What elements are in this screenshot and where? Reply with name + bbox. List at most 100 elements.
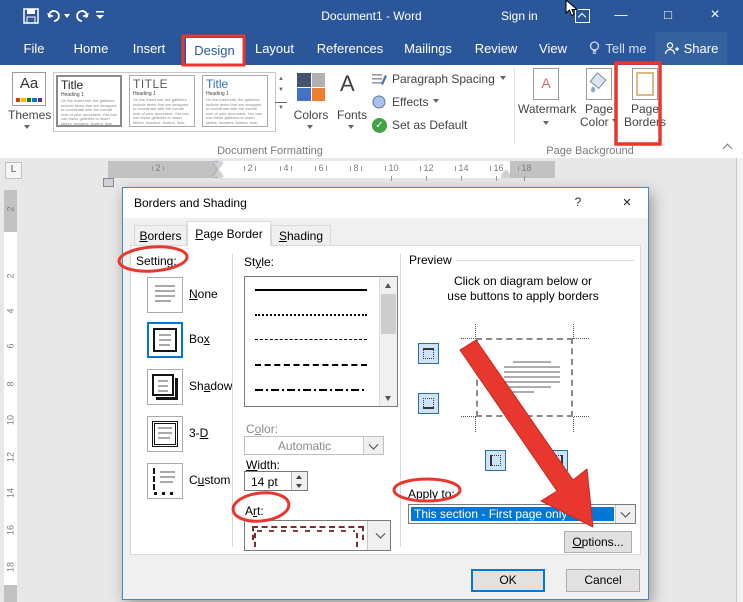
style-set-card[interactable]: Title Heading 1 On the Insert tab, the g… bbox=[202, 75, 268, 127]
page-borders-button[interactable]: Page Borders bbox=[623, 68, 667, 129]
setting-shadow-label[interactable]: Shadow bbox=[189, 379, 232, 393]
scroll-up-icon[interactable] bbox=[380, 277, 397, 293]
ribbon: Aa Themes Title Heading 1 On the Insert … bbox=[0, 65, 743, 159]
minimize-button[interactable]: — bbox=[609, 0, 633, 32]
scrollbar-thumb[interactable] bbox=[381, 294, 396, 334]
dialog-tab-shading[interactable]: Shading bbox=[271, 225, 331, 246]
art-combobox[interactable] bbox=[244, 520, 391, 551]
column-separator bbox=[232, 254, 233, 547]
setting-none-icon[interactable] bbox=[147, 277, 183, 313]
setting-3d-icon[interactable] bbox=[147, 416, 183, 452]
style-option[interactable] bbox=[255, 339, 367, 340]
first-line-indent-marker[interactable] bbox=[213, 162, 223, 169]
scroll-down-icon[interactable] bbox=[380, 390, 397, 406]
themes-icon: Aa bbox=[12, 72, 46, 106]
ok-button[interactable]: OK bbox=[471, 569, 545, 592]
fonts-button[interactable]: Fonts bbox=[331, 108, 373, 122]
effects-button[interactable]: Effects bbox=[372, 94, 439, 110]
themes-button[interactable]: Themes bbox=[8, 108, 50, 122]
right-border-button[interactable] bbox=[547, 450, 568, 471]
tab-tell-me[interactable]: Tell me bbox=[583, 32, 653, 65]
setting-none-label[interactable]: None bbox=[189, 287, 218, 301]
undo-dropdown-arrow-icon[interactable] bbox=[64, 14, 70, 21]
art-dropdown-button[interactable] bbox=[367, 521, 390, 550]
gallery-scroll-down-icon[interactable]: ▼ bbox=[275, 85, 287, 96]
apply-to-dropdown-button[interactable] bbox=[615, 505, 635, 523]
share-button[interactable]: Share bbox=[655, 32, 727, 65]
share-person-icon bbox=[664, 41, 679, 56]
vertical-ruler: 2 2 4 6 8 10 12 14 16 18 bbox=[4, 190, 17, 602]
preview-label: Preview bbox=[409, 253, 452, 267]
spin-up-icon[interactable] bbox=[292, 472, 307, 481]
spin-down-icon[interactable] bbox=[292, 481, 307, 490]
dropdown-arrow-icon bbox=[612, 119, 618, 126]
tab-layout[interactable]: Layout bbox=[250, 32, 299, 65]
left-indent-marker[interactable] bbox=[103, 178, 114, 187]
color-combobox[interactable]: Automatic bbox=[244, 436, 384, 455]
setting-box-icon[interactable] bbox=[147, 322, 183, 358]
page-color-button[interactable]: Page Color bbox=[577, 68, 621, 129]
style-set-card[interactable]: TITLE Heading 1 On the Insert tab, the g… bbox=[129, 75, 195, 127]
setting-box-label[interactable]: Box bbox=[189, 332, 210, 346]
close-button[interactable]: × bbox=[700, 0, 730, 32]
tab-file[interactable]: File bbox=[16, 32, 52, 65]
color-dropdown-button[interactable] bbox=[363, 437, 383, 454]
cancel-button[interactable]: Cancel bbox=[566, 569, 640, 592]
style-listbox[interactable] bbox=[244, 276, 398, 407]
style-list-scrollbar[interactable] bbox=[379, 277, 397, 406]
top-border-button[interactable] bbox=[418, 343, 439, 364]
bottom-border-button[interactable] bbox=[418, 393, 439, 414]
chevron-down-icon bbox=[369, 440, 379, 450]
setting-3d-label[interactable]: 3-D bbox=[189, 426, 208, 440]
gallery-scrollbar: ▲ ▼ ▼ bbox=[275, 74, 287, 114]
right-indent-marker[interactable] bbox=[501, 170, 511, 177]
width-spinner[interactable]: 14 pt bbox=[244, 471, 308, 491]
paragraph-spacing-button[interactable]: Paragraph Spacing bbox=[372, 71, 506, 87]
watermark-button[interactable]: A Watermark bbox=[518, 68, 574, 134]
setting-custom-label[interactable]: Custom bbox=[189, 473, 230, 487]
set-as-default-button[interactable]: ✓ Set as Default bbox=[372, 117, 467, 133]
gallery-more-icon[interactable]: ▼ bbox=[275, 102, 287, 114]
style-option[interactable] bbox=[255, 314, 367, 316]
tab-design[interactable]: Design bbox=[186, 38, 243, 65]
vertical-scrollbar[interactable] bbox=[736, 158, 743, 602]
style-option[interactable] bbox=[255, 389, 367, 391]
gallery-scroll-up-icon[interactable]: ▲ bbox=[275, 74, 287, 85]
dropdown-arrow-icon bbox=[433, 99, 439, 106]
tab-review[interactable]: Review bbox=[470, 32, 522, 65]
undo-icon[interactable] bbox=[46, 7, 62, 23]
ribbon-tab-row: File Home Insert Design Layout Reference… bbox=[0, 32, 743, 65]
style-set-gallery: Title Heading 1 On the Insert tab, the g… bbox=[53, 72, 276, 132]
sign-in-link[interactable]: Sign in bbox=[501, 9, 538, 23]
collapse-ribbon-icon[interactable] bbox=[723, 142, 732, 151]
setting-shadow-icon[interactable] bbox=[147, 369, 183, 405]
save-icon[interactable] bbox=[22, 7, 40, 25]
maximize-button[interactable]: □ bbox=[656, 0, 680, 32]
apply-to-combobox[interactable]: This section - First page only bbox=[408, 504, 636, 524]
left-border-button[interactable] bbox=[485, 450, 506, 471]
colors-button[interactable]: Colors bbox=[288, 108, 334, 122]
corner-tick bbox=[461, 416, 476, 417]
ribbon-display-options-icon[interactable] bbox=[575, 9, 590, 23]
dialog-tab-borders[interactable]: Borders bbox=[134, 225, 187, 246]
redo-icon[interactable] bbox=[74, 7, 90, 23]
setting-custom-icon[interactable] bbox=[147, 463, 183, 499]
options-button[interactable]: Options... bbox=[564, 531, 632, 553]
style-option[interactable] bbox=[255, 364, 367, 366]
tab-home[interactable]: Home bbox=[68, 32, 114, 65]
tab-stop-selector[interactable]: L bbox=[5, 162, 22, 179]
style-option[interactable] bbox=[255, 289, 367, 291]
dialog-help-button[interactable]: ? bbox=[571, 195, 585, 209]
dialog-close-button[interactable]: × bbox=[613, 190, 641, 216]
corner-tick bbox=[574, 416, 589, 417]
hanging-indent-marker[interactable] bbox=[213, 170, 223, 177]
tab-mailings[interactable]: Mailings bbox=[399, 32, 457, 65]
customize-qat-icon[interactable] bbox=[95, 10, 105, 22]
tab-insert[interactable]: Insert bbox=[125, 32, 173, 65]
tab-references[interactable]: References bbox=[314, 32, 386, 65]
corner-tick bbox=[574, 338, 589, 339]
style-set-card[interactable]: Title Heading 1 On the Insert tab, the g… bbox=[56, 75, 122, 127]
dialog-tab-page-border[interactable]: Page Border bbox=[187, 221, 271, 246]
tab-view[interactable]: View bbox=[533, 32, 573, 65]
page-borders-icon bbox=[632, 68, 658, 100]
